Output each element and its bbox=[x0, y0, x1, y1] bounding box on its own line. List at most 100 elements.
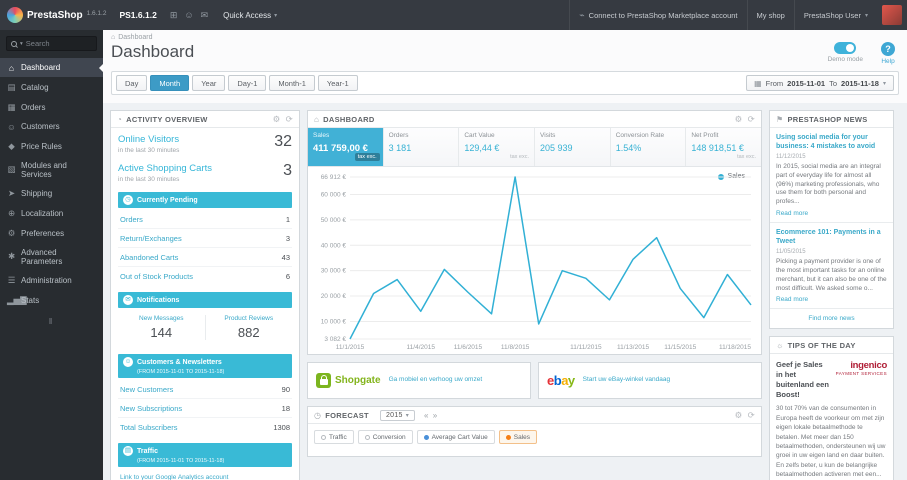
marketplace-link[interactable]: ⌁ Connect to PrestaShop Marketplace acco… bbox=[569, 0, 746, 30]
topbar-right: ⌁ Connect to PrestaShop Marketplace acco… bbox=[569, 0, 907, 30]
range-button-month[interactable]: Month bbox=[150, 75, 190, 91]
kpi-net-profit[interactable]: Net Profit 148 918,51 € tax exc. bbox=[686, 128, 762, 166]
forecast-toggle-average-cart-value[interactable]: Average Cart Value bbox=[416, 430, 495, 444]
total-subscribers-link[interactable]: Total Subscribers bbox=[120, 423, 178, 432]
help-button[interactable]: ? Help bbox=[881, 42, 895, 65]
sidebar-search[interactable]: ▾ bbox=[6, 36, 97, 51]
sidebar-item-catalog[interactable]: ▤ Catalog bbox=[0, 77, 103, 97]
read-more-link[interactable]: Read more bbox=[776, 296, 808, 303]
forecast-toggle-sales[interactable]: Sales bbox=[498, 430, 537, 444]
gear-icon[interactable]: ⚙ bbox=[273, 114, 281, 125]
ebay-link[interactable]: Start uw eBay-winkel vandaag bbox=[583, 376, 670, 384]
sidebar-item-customers[interactable]: ☺ Customers bbox=[0, 117, 103, 136]
shopgate-link[interactable]: Ga mobiel en verhoog uw omzet bbox=[389, 376, 483, 384]
read-more-link[interactable]: Read more bbox=[776, 210, 808, 217]
my-shop-link[interactable]: My shop bbox=[746, 0, 794, 30]
customers-rows: New Customers 90 New Subscriptions 18 To… bbox=[118, 380, 292, 436]
abandoned-carts-value: 43 bbox=[281, 252, 290, 262]
sidebar-item-shipping[interactable]: ➤ Shipping bbox=[0, 183, 103, 203]
next-arrow-icon[interactable]: » bbox=[433, 411, 438, 420]
range-button-year-1[interactable]: Year-1 bbox=[317, 75, 358, 91]
shop-name-link[interactable]: PS1.6.1.2 bbox=[119, 10, 156, 20]
currently-pending-header: ◷ Currently Pending bbox=[118, 192, 292, 208]
gear-icon[interactable]: ⚙ bbox=[735, 114, 743, 125]
news-item-excerpt: Picking a payment provider is one of the… bbox=[776, 258, 887, 292]
dashboard-panel-title: DASHBOARD bbox=[323, 114, 375, 124]
forecast-toggle-traffic[interactable]: Traffic bbox=[314, 430, 354, 444]
news-item-title-link[interactable]: Using social media for your business: 4 … bbox=[776, 133, 887, 151]
new-messages-cell[interactable]: New Messages 144 bbox=[118, 315, 205, 340]
new-customers-link[interactable]: New Customers bbox=[120, 385, 173, 394]
forecast-year-select[interactable]: 2015 ▾ bbox=[379, 409, 416, 421]
forecast-toggle-conversion[interactable]: Conversion bbox=[357, 430, 413, 444]
toggle-on-icon[interactable] bbox=[834, 42, 857, 54]
range-button-month-1[interactable]: Month-1 bbox=[269, 75, 315, 91]
new-subscriptions-link[interactable]: New Subscriptions bbox=[120, 404, 182, 413]
prestashop-logo[interactable]: PrestaShop 1.6.1.2 bbox=[7, 7, 106, 23]
kpi-row: Sales 411 759,00 € tax exc. Orders 3 181… bbox=[308, 128, 762, 167]
find-more-news-link[interactable]: Find more news bbox=[770, 309, 893, 328]
svg-text:11/13/2015: 11/13/2015 bbox=[617, 344, 649, 351]
forecast-toggle-label: Sales bbox=[513, 433, 530, 441]
stats-bars-icon: ▂▅▇ bbox=[7, 294, 27, 305]
svg-text:20 000 €: 20 000 € bbox=[321, 293, 347, 300]
out-of-stock-link[interactable]: Out of Stock Products bbox=[120, 272, 193, 281]
admin-icon: ☰ bbox=[7, 274, 16, 285]
pending-orders-link[interactable]: Orders bbox=[120, 215, 143, 224]
product-reviews-value: 882 bbox=[237, 325, 260, 340]
user-menu[interactable]: PrestaShop User ▾ bbox=[793, 0, 877, 30]
kpi-sales[interactable]: Sales 411 759,00 € tax exc. bbox=[308, 128, 384, 166]
demo-mode-toggle[interactable]: Demo mode bbox=[828, 42, 863, 65]
refresh-icon[interactable]: ⟳ bbox=[286, 114, 293, 125]
kpi-visits[interactable]: Visits 205 939 bbox=[535, 128, 611, 166]
sidebar-item-dashboard[interactable]: ⌂ Dashboard bbox=[0, 58, 103, 77]
sidebar-item-preferences[interactable]: ⚙ Preferences bbox=[0, 223, 103, 243]
sidebar-item-advanced-parameters[interactable]: ✱ Advanced Parameters bbox=[0, 243, 103, 270]
forecast-year-value: 2015 bbox=[385, 411, 403, 419]
chevron-down-icon: ▾ bbox=[405, 412, 410, 419]
forecast-toggle-label: Traffic bbox=[329, 433, 347, 441]
gear-icon[interactable]: ⚙ bbox=[735, 410, 743, 421]
previous-arrow-icon[interactable]: « bbox=[424, 411, 429, 420]
tips-panel-header: ☼ TIPS OF THE DAY bbox=[770, 337, 893, 355]
user-avatar[interactable] bbox=[882, 5, 902, 25]
sidebar-item-price-rules[interactable]: ◆ Price Rules bbox=[0, 136, 103, 156]
ingenico-logo[interactable]: ingenico PAYMENT SERVICES bbox=[836, 360, 888, 376]
ebay-letter: e bbox=[547, 373, 554, 388]
range-button-year[interactable]: Year bbox=[192, 75, 226, 91]
sidebar-collapse-button[interactable]: ‖ bbox=[0, 310, 103, 333]
google-analytics-link[interactable]: Link to your Google Analytics account bbox=[118, 469, 292, 480]
product-reviews-cell[interactable]: Product Reviews 882 bbox=[204, 315, 293, 340]
panel-actions: ⚙ ⟳ bbox=[735, 114, 755, 125]
traffic-icon: ▤ bbox=[123, 446, 133, 456]
range-button-day[interactable]: Day bbox=[116, 75, 148, 91]
range-button-day-1[interactable]: Day-1 bbox=[228, 75, 267, 91]
sidebar-item-localization[interactable]: ⊕ Localization bbox=[0, 203, 103, 223]
returns-link[interactable]: Return/Exchanges bbox=[120, 234, 182, 243]
sidebar-item-stats[interactable]: ▂▅▇ Stats bbox=[0, 290, 103, 310]
online-visitors-link[interactable]: Online Visitors bbox=[118, 134, 179, 145]
abandoned-carts-link[interactable]: Abandoned Carts bbox=[120, 253, 178, 262]
sidebar-item-orders[interactable]: ▦ Orders bbox=[0, 97, 103, 117]
kpi-cart-value[interactable]: Cart Value 129,44 € tax exc. bbox=[459, 128, 536, 166]
search-input[interactable] bbox=[25, 39, 92, 48]
refresh-icon[interactable]: ⟳ bbox=[748, 114, 755, 125]
kpi-conversion-rate[interactable]: Conversion Rate 1.54% bbox=[610, 128, 687, 166]
refresh-icon[interactable]: ⟳ bbox=[748, 410, 755, 421]
customers-notification-icon[interactable]: ☺ bbox=[184, 10, 193, 21]
kpi-orders[interactable]: Orders 3 181 bbox=[383, 128, 460, 166]
activity-panel-header: ◔ ACTIVITY OVERVIEW ⚙ ⟳ bbox=[111, 111, 299, 128]
quick-access-button[interactable]: Quick Access ▾ bbox=[223, 11, 277, 20]
sidebar: ▾ ⌂ Dashboard ▤ Catalog ▦ Orders ☺ Custo… bbox=[0, 30, 103, 480]
date-range-picker[interactable]: ▦ From 2015-11-01 To 2015-11-18 ▾ bbox=[746, 75, 894, 91]
active-carts-stat: Active Shopping Carts in the last 30 min… bbox=[118, 163, 292, 184]
orders-notification-icon[interactable]: ⊞ bbox=[170, 10, 178, 21]
sidebar-item-modules[interactable]: ▧ Modules and Services bbox=[0, 156, 103, 183]
active-carts-link[interactable]: Active Shopping Carts bbox=[118, 163, 212, 174]
news-item-title-link[interactable]: Ecommerce 101: Payments in a Tweet bbox=[776, 228, 887, 246]
messages-notification-icon[interactable]: ✉ bbox=[201, 10, 209, 21]
kpi-value: 148 918,51 € bbox=[691, 143, 744, 153]
search-scope-caret-icon[interactable]: ▾ bbox=[20, 41, 23, 47]
sidebar-item-administration[interactable]: ☰ Administration bbox=[0, 270, 103, 290]
sidebar-item-label: Stats bbox=[21, 295, 40, 305]
